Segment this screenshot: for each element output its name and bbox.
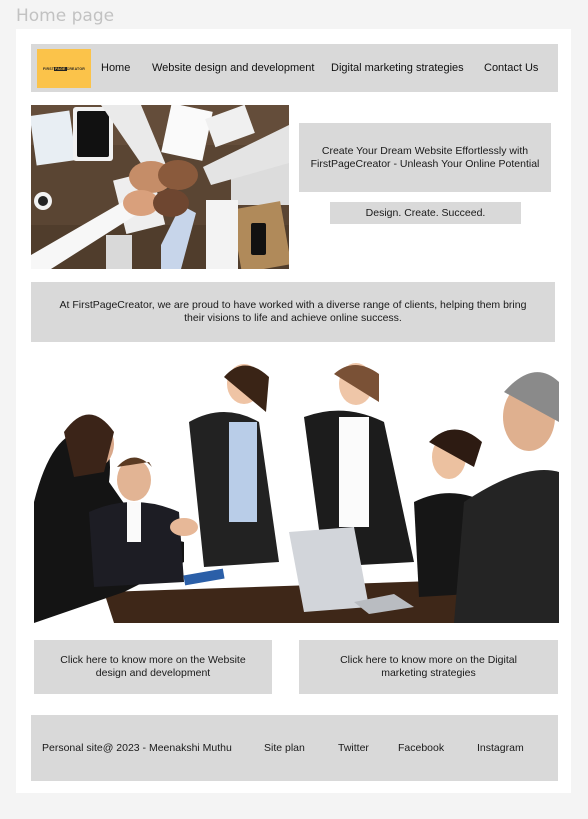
footer-link-twitter[interactable]: Twitter	[338, 715, 369, 781]
nav-link-website-design[interactable]: Website design and development	[152, 44, 314, 92]
hero-headline: Create Your Dream Website Effortlessly w…	[299, 123, 551, 192]
hero-teamwork-image	[31, 105, 289, 269]
top-navigation-bar: FIRSTPAGECREATOR Home Website design and…	[31, 44, 558, 92]
footer-link-facebook[interactable]: Facebook	[398, 715, 444, 781]
footer-copyright: Personal site@ 2023 - Meenakshi Muthu	[42, 742, 232, 754]
brand-logo[interactable]: FIRSTPAGECREATOR	[37, 49, 91, 88]
cta-website-design-button[interactable]: Click here to know more on the Website d…	[34, 640, 272, 694]
footer-link-site-plan[interactable]: Site plan	[264, 715, 305, 781]
footer-link-instagram[interactable]: Instagram	[477, 715, 524, 781]
nav-link-home[interactable]: Home	[101, 44, 130, 92]
about-clients-text: At FirstPageCreator, we are proud to hav…	[31, 282, 555, 342]
page-title: Home page	[16, 6, 115, 26]
home-page-frame: FIRSTPAGECREATOR Home Website design and…	[16, 29, 571, 793]
nav-link-contact-us[interactable]: Contact Us	[484, 44, 538, 92]
team-meeting-image	[34, 362, 559, 623]
cta-digital-marketing-button[interactable]: Click here to know more on the Digital m…	[299, 640, 558, 694]
hero-tagline: Design. Create. Succeed.	[330, 202, 521, 224]
nav-link-digital-marketing[interactable]: Digital marketing strategies	[331, 44, 464, 92]
logo-wordmark: FIRSTPAGECREATOR	[43, 66, 85, 71]
footer: Personal site@ 2023 - Meenakshi Muthu Si…	[31, 715, 558, 781]
